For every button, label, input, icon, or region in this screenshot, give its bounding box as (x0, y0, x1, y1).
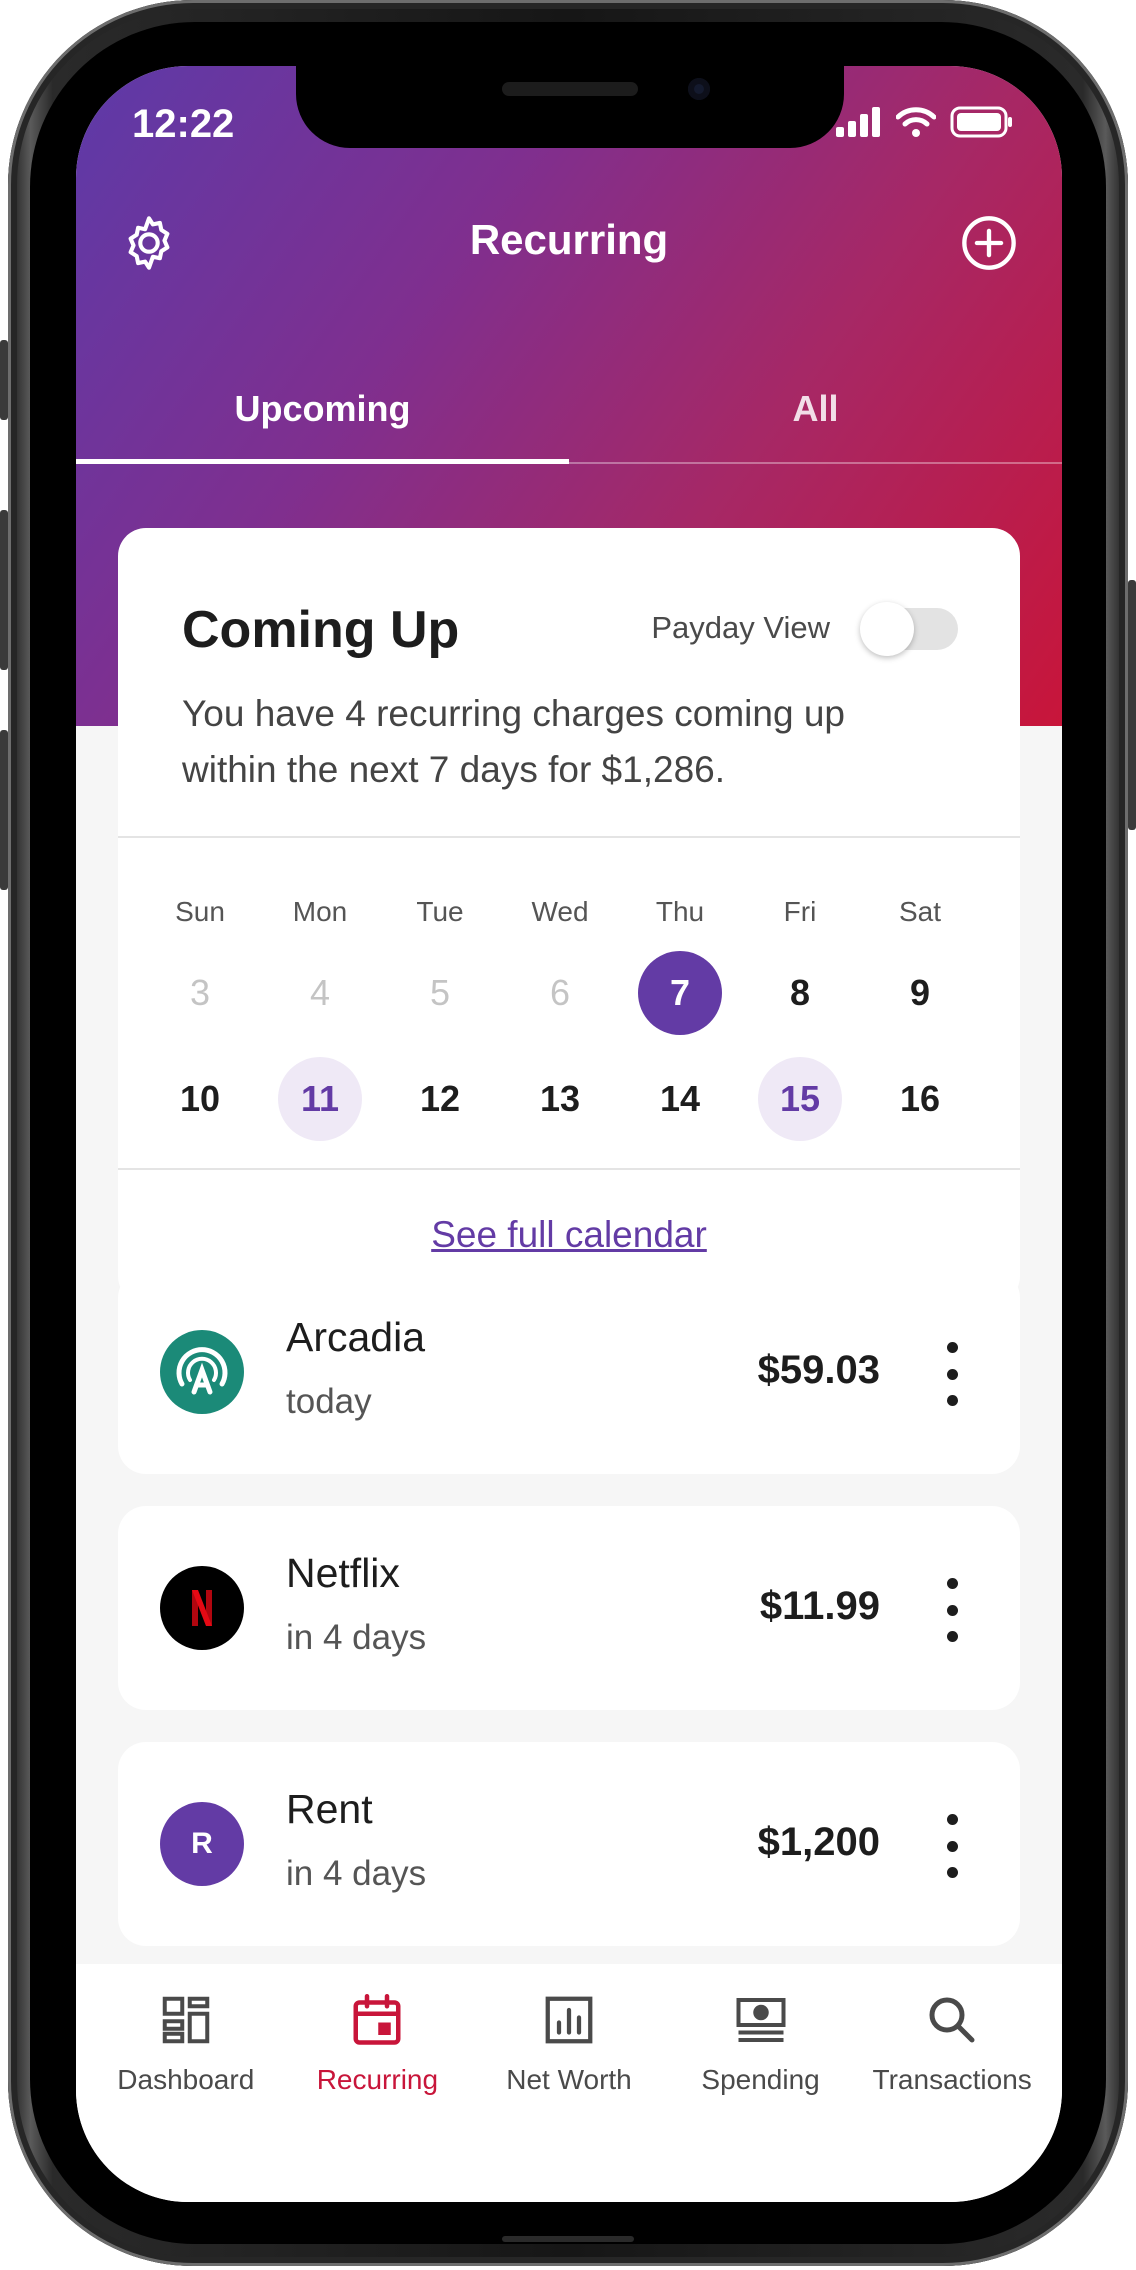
bill-due: today (286, 1382, 372, 1421)
see-full-calendar-link[interactable]: See full calendar (118, 1214, 1020, 1256)
weekday-label: Sun (175, 896, 225, 927)
payday-view-label: Payday View (651, 610, 830, 645)
wifi-icon (896, 107, 936, 137)
calendar-day[interactable]: 14 (638, 1057, 722, 1141)
bill-amount: $11.99 (759, 1584, 880, 1628)
calendar-day-today[interactable]: 7 (638, 951, 722, 1035)
recurring-item-netflix[interactable]: Netflix in 4 days $11.99 (118, 1506, 1020, 1710)
divider (118, 1168, 1020, 1170)
bill-name: Rent (286, 1786, 373, 1832)
notch (296, 66, 844, 148)
calendar-day[interactable]: 16 (878, 1057, 962, 1141)
rent-avatar-initial: R (191, 1827, 213, 1860)
nav-dashboard[interactable]: Dashboard (90, 1964, 282, 2202)
bottom-nav: Dashboard Recurring Net Worth Spending T… (76, 1964, 1062, 2202)
coming-up-title: Coming Up (182, 601, 460, 659)
search-icon (929, 1997, 975, 2043)
home-indicator (502, 2236, 634, 2242)
status-icons (836, 106, 1014, 138)
recurring-item-arcadia[interactable]: Arcadia today $59.03 (118, 1270, 1020, 1474)
status-time: 12:22 (132, 102, 235, 146)
coming-up-description: You have 4 recurring charges coming up w… (182, 693, 845, 790)
nav-spending[interactable]: Spending (665, 1964, 857, 2202)
weekday-label: Mon (292, 896, 348, 927)
nav-label: Spending (701, 2064, 820, 2095)
volume-up-button (0, 510, 8, 670)
weekday-label: Fri (783, 896, 817, 927)
calendar-day[interactable]: 5 (398, 951, 482, 1035)
tab-all[interactable]: All (569, 366, 1062, 462)
calendar-day[interactable]: 4 (278, 951, 362, 1035)
calendar-week-1: 3 4 5 6 7 8 9 (140, 940, 980, 1046)
nav-net-worth[interactable]: Net Worth (473, 1964, 665, 2202)
app-screen: 12:22 Recurring Upcoming All Coming Up P… (76, 66, 1062, 2202)
coming-up-card: Coming Up Payday View You have 4 recurri… (118, 528, 1020, 1304)
calendar-day[interactable]: 6 (518, 951, 602, 1035)
side-button (0, 340, 8, 420)
netflix-logo-mark (192, 1590, 212, 1626)
toggle-knob (860, 602, 914, 656)
rent-avatar: R (160, 1802, 244, 1886)
bill-name: Netflix (286, 1550, 400, 1596)
calendar-day[interactable]: 9 (878, 951, 962, 1035)
camera (688, 78, 710, 100)
calendar-day-marked[interactable]: 15 (758, 1057, 842, 1141)
more-options-icon[interactable] (944, 1578, 960, 1642)
calendar-week-2: 10 11 12 13 14 15 16 (140, 1046, 980, 1152)
calendar-day[interactable]: 13 (518, 1057, 602, 1141)
dashboard-icon (162, 1996, 210, 2044)
nav-label: Transactions (872, 2064, 1032, 2095)
nav-transactions[interactable]: Transactions (856, 1964, 1048, 2202)
more-options-icon[interactable] (944, 1342, 960, 1406)
netflix-logo (160, 1566, 244, 1650)
cash-icon (736, 1998, 786, 2042)
bill-name: Arcadia (286, 1314, 426, 1360)
bar-chart-icon (545, 1996, 593, 2044)
add-circle-icon[interactable] (960, 214, 1018, 272)
payday-view-toggle[interactable] (860, 602, 958, 656)
divider (118, 836, 1020, 838)
nav-label: Dashboard (117, 2064, 255, 2095)
calendar-day[interactable]: 10 (158, 1057, 242, 1141)
bill-amount: $59.03 (757, 1348, 880, 1392)
recurring-item-rent[interactable]: R Rent in 4 days $1,200 (118, 1742, 1020, 1946)
arcadia-logo-mark (176, 1347, 228, 1395)
tab-upcoming[interactable]: Upcoming (76, 366, 569, 464)
weekday-label: Tue (416, 896, 464, 927)
nav-label: Net Worth (506, 2064, 632, 2095)
bill-due: in 4 days (286, 1618, 427, 1657)
calendar-day-marked[interactable]: 11 (278, 1057, 362, 1141)
volume-down-button (0, 730, 8, 890)
bill-due: in 4 days (286, 1854, 427, 1893)
more-options-icon[interactable] (944, 1814, 960, 1878)
weekday-header-row: Sun Mon Tue Wed Thu Fri Sat (140, 884, 980, 940)
weekday-label: Thu (655, 896, 705, 927)
bill-amount: $1,200 (757, 1820, 880, 1864)
power-button (1128, 580, 1136, 830)
arcadia-logo (160, 1330, 244, 1414)
speaker (502, 82, 638, 96)
weekday-label: Sat (898, 896, 942, 927)
tab-bar: Upcoming All (76, 366, 1062, 464)
week-calendar: Sun Mon Tue Wed Thu Fri Sat 3 4 5 6 7 8 … (140, 884, 980, 1152)
page-title: Recurring (469, 216, 669, 263)
calendar-day[interactable]: 3 (158, 951, 242, 1035)
calendar-day[interactable]: 8 (758, 951, 842, 1035)
signal-icon (836, 107, 880, 137)
calendar-icon (353, 1994, 401, 2045)
nav-recurring[interactable]: Recurring (282, 1964, 474, 2202)
battery-icon (950, 106, 1012, 138)
nav-label: Recurring (316, 2064, 439, 2095)
weekday-label: Wed (531, 896, 589, 927)
calendar-day[interactable]: 12 (398, 1057, 482, 1141)
